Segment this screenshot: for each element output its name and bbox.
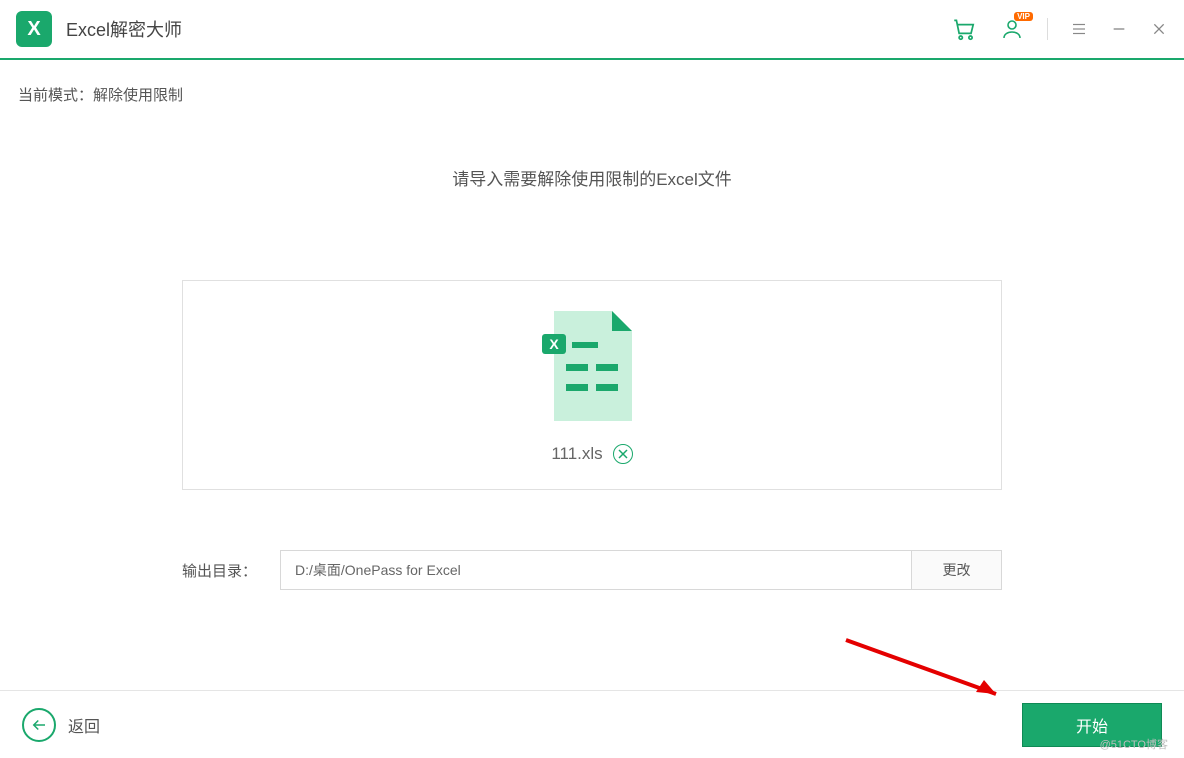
minimize-icon[interactable] bbox=[1110, 20, 1128, 38]
menu-icon[interactable] bbox=[1070, 20, 1088, 38]
output-row: 输出目录： D:/桌面/OnePass for Excel 更改 bbox=[182, 550, 1002, 590]
titlebar: X Excel解密大师 VIP bbox=[0, 0, 1184, 60]
excel-file-icon: X bbox=[542, 306, 642, 426]
cart-icon[interactable] bbox=[951, 16, 977, 42]
logo-letter: X bbox=[27, 18, 40, 41]
footer: 返回 开始 bbox=[0, 690, 1184, 758]
mode-value: 解除使用限制 bbox=[93, 87, 183, 104]
vip-badge: VIP bbox=[1014, 12, 1033, 21]
output-path-value: D:/桌面/OnePass for Excel bbox=[295, 560, 461, 580]
watermark: @51CTO博客 bbox=[1100, 736, 1168, 752]
instruction-text: 请导入需要解除使用限制的Excel文件 bbox=[0, 165, 1184, 190]
titlebar-controls: VIP bbox=[951, 16, 1168, 42]
app-title: Excel解密大师 bbox=[66, 16, 182, 42]
file-drop-zone[interactable]: X 111.xls bbox=[182, 280, 1002, 490]
user-icon[interactable]: VIP bbox=[999, 16, 1025, 42]
close-icon[interactable] bbox=[1150, 20, 1168, 38]
output-path-field[interactable]: D:/桌面/OnePass for Excel bbox=[280, 550, 912, 590]
change-button[interactable]: 更改 bbox=[912, 550, 1002, 590]
svg-text:X: X bbox=[549, 336, 559, 352]
file-name: 111.xls bbox=[551, 444, 602, 464]
output-label: 输出目录： bbox=[182, 560, 262, 581]
mode-label: 当前模式： bbox=[18, 87, 93, 104]
remove-file-icon[interactable] bbox=[613, 444, 633, 464]
file-name-row: 111.xls bbox=[551, 444, 632, 464]
back-arrow-icon bbox=[22, 708, 56, 742]
mode-row: 当前模式：解除使用限制 bbox=[0, 60, 1184, 105]
app-logo: X bbox=[16, 11, 52, 47]
divider bbox=[1047, 18, 1048, 40]
back-button[interactable]: 返回 bbox=[22, 708, 100, 742]
back-label: 返回 bbox=[68, 713, 100, 737]
